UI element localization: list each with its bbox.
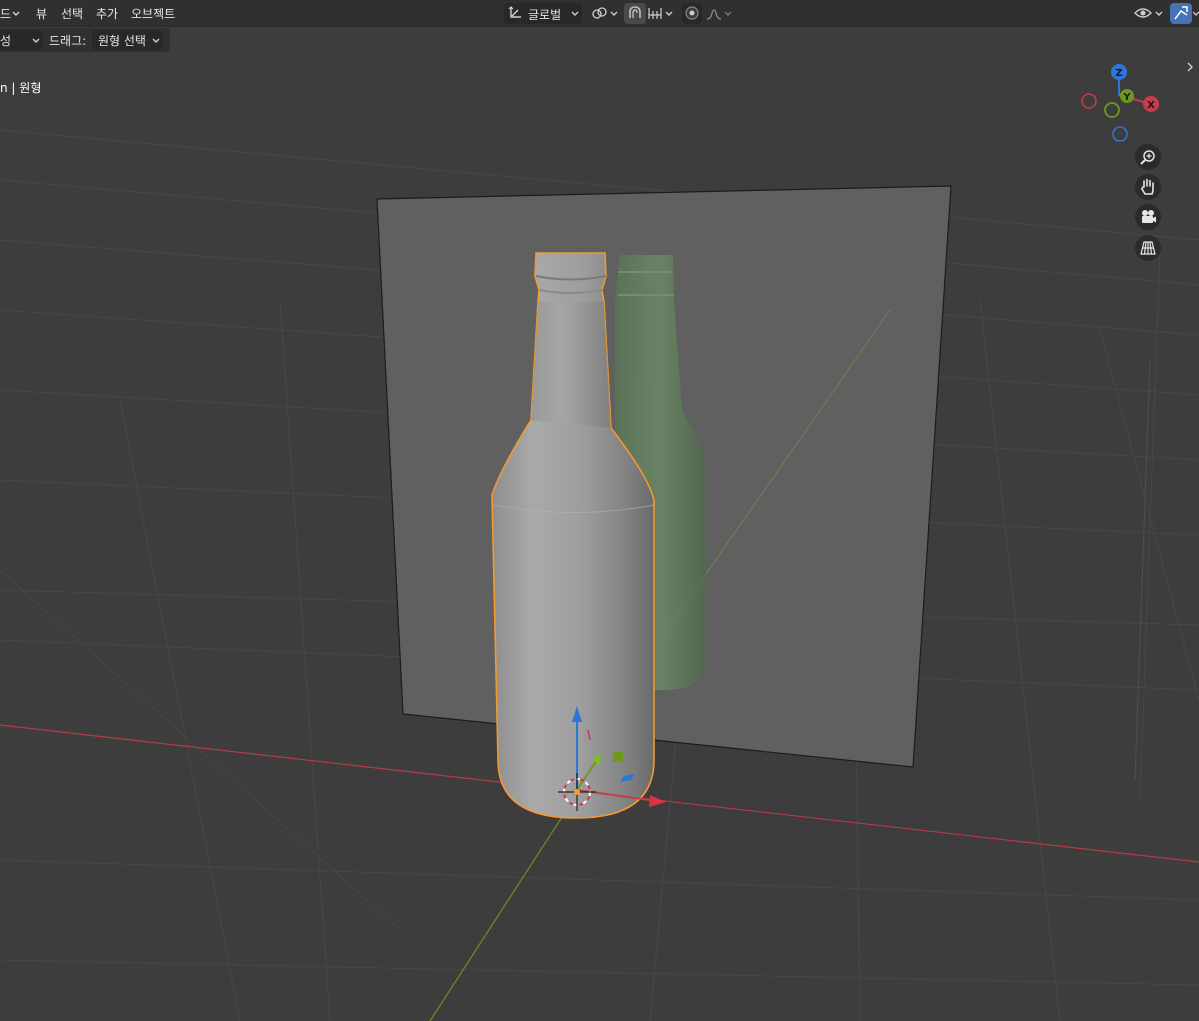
perspective-grid-icon <box>1140 241 1156 255</box>
gizmo-neg-y[interactable] <box>1104 102 1120 118</box>
hand-pan-icon <box>1141 178 1154 195</box>
gizmo-neg-x[interactable] <box>1081 93 1097 109</box>
drag-mode-dropdown[interactable]: 원형 선택 <box>92 30 163 50</box>
chevron-down-icon <box>32 38 40 43</box>
chevron-down-icon <box>1193 11 1199 16</box>
gizmo-y-label: Y <box>1122 92 1131 103</box>
camera-icon <box>1142 210 1156 223</box>
chevron-down-icon <box>12 11 20 16</box>
menu-add[interactable]: 추가 <box>96 5 118 22</box>
gizmo-toggle-icon <box>1174 6 1188 20</box>
snap-icon <box>629 6 641 18</box>
transform-orientation-dropdown[interactable]: 글로벌 <box>504 3 582 24</box>
tool-mode-fragment: 성 <box>0 34 12 48</box>
gizmo-neg-z[interactable] <box>1112 126 1128 142</box>
chevron-down-icon <box>724 11 732 16</box>
gizmo-x-label: X <box>1147 100 1155 111</box>
proportional-falloff-dropdown[interactable] <box>704 3 734 24</box>
chevron-down-icon <box>152 38 160 43</box>
proportional-editing-icon <box>685 6 699 20</box>
proportional-editing-toggle[interactable] <box>682 3 702 24</box>
viewport-info-text: n | 원형 <box>0 81 42 95</box>
zoom-icon <box>1140 150 1155 165</box>
camera-view-button[interactable] <box>1135 204 1161 230</box>
drag-mode-value: 원형 선택 <box>98 34 146 48</box>
transform-orientation-icon <box>508 6 521 18</box>
chevron-down-icon <box>665 11 673 16</box>
perspective-toggle-button[interactable] <box>1135 235 1161 261</box>
visibility-icon <box>1134 8 1152 18</box>
snap-increment-icon <box>648 8 662 19</box>
tool-settings-bar: 성 드래그: 원형 선택 <box>0 28 170 52</box>
gizmo-toggle-button[interactable] <box>1170 3 1192 24</box>
chevron-down-icon <box>610 11 618 16</box>
menu-view[interactable]: 뷰 <box>36 5 47 22</box>
menu-object[interactable]: 오브젝트 <box>131 5 175 22</box>
pan-button[interactable] <box>1135 174 1161 200</box>
zoom-button[interactable] <box>1135 144 1161 170</box>
menu-select[interactable]: 선택 <box>61 5 83 22</box>
sidebar-toggle-icon[interactable] <box>1186 62 1194 72</box>
drag-label: 드래그: <box>49 34 87 48</box>
snap-target-dropdown[interactable] <box>646 3 676 24</box>
navigation-gizmo[interactable]: Z X Y <box>1072 60 1167 150</box>
3d-viewport[interactable] <box>0 0 1199 1021</box>
falloff-icon <box>706 9 722 20</box>
object-visibility-dropdown[interactable] <box>1132 3 1166 24</box>
snap-toggle[interactable] <box>624 3 646 24</box>
pivot-point-icon <box>592 7 607 19</box>
viewport-header: 드 뷰 선택 추가 오브젝트 글로벌 <box>0 0 1199 27</box>
tool-mode-dropdown[interactable]: 성 <box>0 30 43 50</box>
pivot-point-dropdown[interactable] <box>590 3 620 24</box>
chevron-down-icon <box>1155 11 1163 16</box>
gizmo-z-label: Z <box>1115 68 1122 79</box>
interaction-mode-fragment[interactable]: 드 <box>0 5 11 22</box>
chevron-down-icon <box>571 11 579 16</box>
transform-orientation-label: 글로벌 <box>528 8 562 22</box>
